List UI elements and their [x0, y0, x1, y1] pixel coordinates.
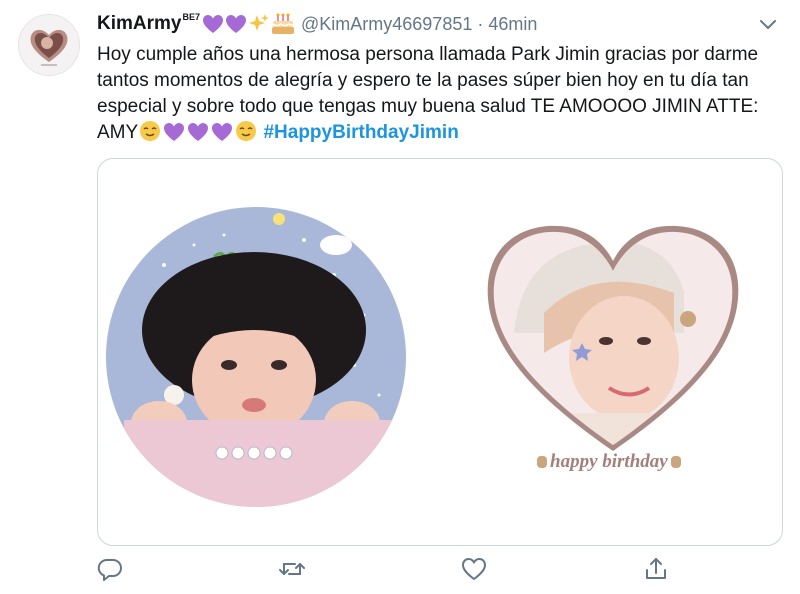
- sparkles-icon: [249, 14, 269, 31]
- media-card[interactable]: happy birthday: [97, 158, 783, 546]
- tweet-header: KimArmy BE7 @KimArmy46697851 · 46min: [97, 10, 537, 38]
- tweet: KimArmy BE7 @KimArmy46697851 · 46min Hoy…: [0, 0, 800, 594]
- happy-birthday-caption: happy birthday: [534, 451, 684, 473]
- user-handle[interactable]: @KimArmy46697851: [301, 14, 472, 35]
- share-button[interactable]: [643, 556, 669, 582]
- tweet-text: Hoy cumple años una hermosa persona llam…: [97, 42, 777, 146]
- separator-dot: ·: [477, 13, 484, 34]
- reply-icon: [97, 558, 122, 581]
- retweet-icon: [279, 563, 305, 575]
- action-bar: [97, 556, 677, 584]
- caption-text: happy birthday: [550, 451, 668, 472]
- purple-heart-icon: [203, 15, 223, 33]
- purple-heart-icon: [212, 123, 233, 141]
- display-name[interactable]: KimArmy: [97, 13, 181, 35]
- birthday-cake-icon: [272, 13, 294, 34]
- timestamp[interactable]: 46min: [488, 14, 537, 35]
- like-button[interactable]: [461, 556, 487, 582]
- reply-button[interactable]: [97, 556, 123, 582]
- purple-heart-icon: [226, 15, 246, 33]
- retweet-button[interactable]: [279, 556, 305, 582]
- share-icon: [646, 558, 666, 579]
- heart-frame-photo[interactable]: [484, 223, 742, 455]
- like-icon: [462, 558, 486, 580]
- name-emojis: [202, 13, 295, 35]
- purple-heart-icon: [164, 123, 185, 141]
- name-suffix: BE7: [182, 12, 200, 22]
- relieved-face-icon: [140, 121, 161, 141]
- circular-photo[interactable]: [104, 205, 408, 509]
- purple-heart-icon: [188, 123, 209, 141]
- bear-icon: [670, 456, 681, 468]
- bear-icon: [537, 456, 547, 468]
- chevron-down-icon[interactable]: [758, 14, 778, 34]
- hashtag-link[interactable]: #HappyBirthdayJimin: [263, 122, 458, 143]
- avatar[interactable]: [18, 14, 80, 76]
- relieved-face-icon: [236, 121, 257, 141]
